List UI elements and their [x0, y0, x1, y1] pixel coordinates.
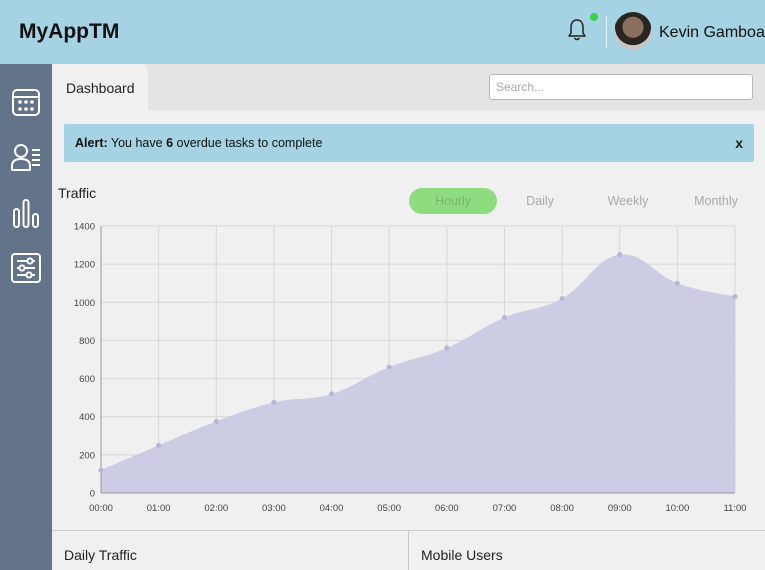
traffic-title: Traffic: [58, 185, 97, 201]
y-tick-label: 400: [79, 412, 95, 423]
top-header: MyAppTM Kevin Gamboa: [0, 0, 765, 64]
data-point: [329, 391, 335, 397]
traffic-chart: 0 200 400 600 800 1000 1200 1400 00:00 01:00 02:00…: [56, 215, 761, 520]
data-point: [156, 442, 162, 448]
data-point: [732, 294, 738, 300]
x-tick-label: 04:00: [320, 503, 344, 514]
x-tick-label: 06:00: [435, 503, 459, 514]
sidebar: [0, 64, 52, 570]
mobile-users-title: Mobile Users: [421, 547, 503, 563]
y-tick-label: 1200: [74, 260, 95, 271]
period-hourly-button[interactable]: Hourly: [409, 188, 497, 214]
data-point: [271, 399, 277, 405]
y-tick-label: 1000: [74, 298, 95, 309]
data-point: [674, 280, 680, 286]
x-tick-label: 11:00: [723, 503, 746, 514]
alert-close-button[interactable]: x: [735, 135, 743, 151]
notification-bell-icon[interactable]: [566, 18, 588, 42]
alert-message: Alert: You have 6 overdue tasks to compl…: [75, 136, 322, 150]
data-point: [98, 467, 104, 473]
search-input[interactable]: [489, 74, 753, 100]
x-tick-label: 09:00: [608, 503, 632, 514]
calendar-icon[interactable]: [10, 86, 42, 118]
data-point: [501, 315, 507, 321]
traffic-chart-svg: 0 200 400 600 800 1000 1200 1400 00:00 01:00 02:00…: [74, 222, 747, 515]
user-avatar[interactable]: [614, 12, 652, 50]
members-icon[interactable]: [10, 141, 42, 173]
data-point: [444, 345, 450, 351]
traffic-area-series: [101, 254, 735, 493]
y-tick-label: 600: [79, 374, 95, 385]
alert-label: Alert:: [75, 136, 108, 150]
settings-sliders-icon[interactable]: [10, 252, 42, 284]
data-point: [213, 418, 219, 424]
x-tick-label: 07:00: [493, 503, 517, 514]
data-point: [559, 295, 565, 301]
period-daily-button[interactable]: Daily: [496, 188, 584, 214]
user-name[interactable]: Kevin Gamboa: [659, 24, 765, 42]
x-tick-label: 02:00: [204, 503, 228, 514]
x-tick-label: 01:00: [147, 503, 171, 514]
app-logo[interactable]: MyAppTM: [19, 20, 119, 44]
alert-prefix: You have: [110, 136, 163, 150]
x-tick-label: 08:00: [550, 503, 574, 514]
daily-traffic-title: Daily Traffic: [64, 547, 137, 563]
y-tick-label: 200: [79, 450, 95, 461]
tab-dashboard-label: Dashboard: [66, 80, 135, 96]
daily-traffic-panel: Daily Traffic: [52, 530, 409, 570]
alert-banner: Alert: You have 6 overdue tasks to compl…: [64, 124, 754, 162]
y-tick-label: 0: [90, 489, 95, 500]
mobile-users-panel: Mobile Users: [409, 530, 765, 570]
y-tick-label: 800: [79, 336, 95, 347]
alert-suffix: overdue tasks to complete: [176, 136, 323, 150]
data-point: [617, 252, 623, 258]
x-tick-label: 03:00: [262, 503, 286, 514]
tab-dashboard[interactable]: Dashboard: [52, 64, 148, 110]
notification-dot: [590, 13, 598, 21]
data-point: [386, 364, 392, 370]
alert-count: 6: [166, 136, 174, 150]
bar-chart-icon[interactable]: [10, 197, 42, 229]
header-divider: [606, 16, 607, 48]
period-monthly-button[interactable]: Monthly: [672, 188, 760, 214]
period-weekly-button[interactable]: Weekly: [584, 188, 672, 214]
x-tick-label: 00:00: [89, 503, 113, 514]
x-tick-label: 05:00: [377, 503, 401, 514]
x-tick-label: 10:00: [665, 503, 689, 514]
y-tick-label: 1400: [74, 222, 95, 233]
